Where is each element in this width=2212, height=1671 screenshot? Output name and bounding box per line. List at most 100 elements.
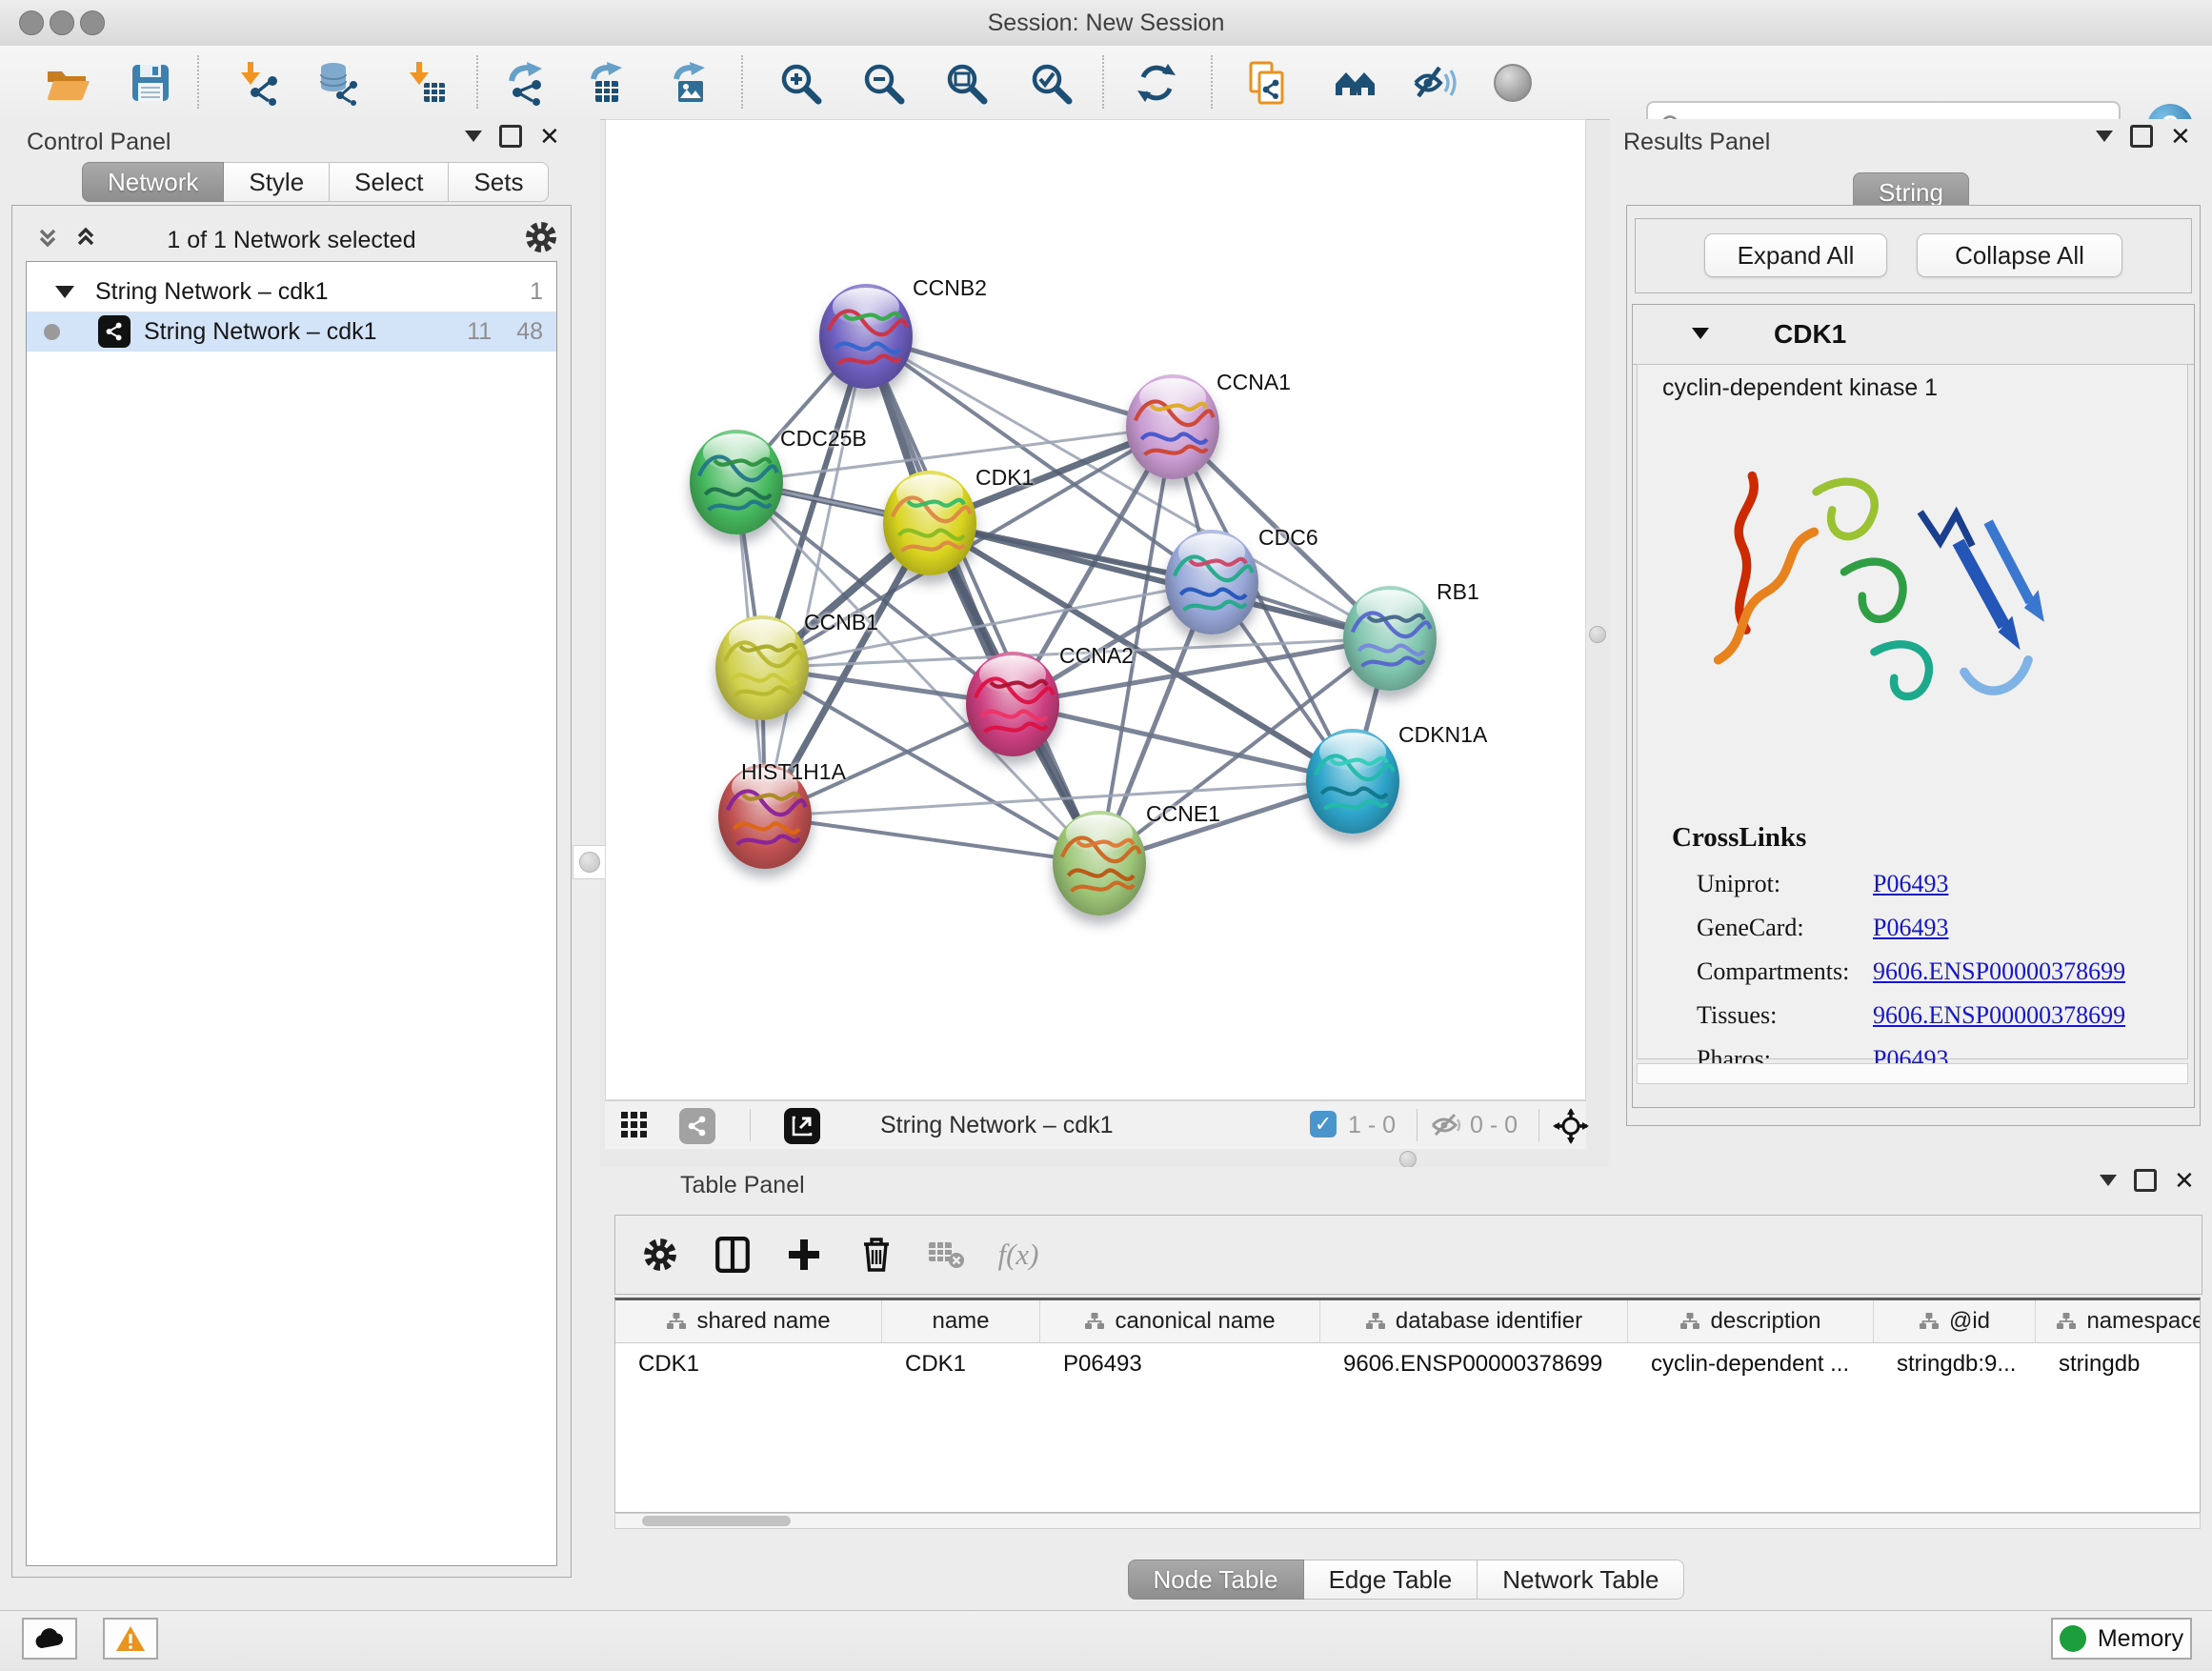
network-node-ccna1[interactable] [1126,374,1219,479]
hide-unhide-icon[interactable] [1410,59,1458,107]
table-horizontal-scrollbar[interactable] [614,1513,2201,1529]
collection-expand-icon[interactable] [55,286,74,298]
network-view[interactable]: CCNB2CCNA1CDC25BCDK1CDC6RB1CCNB1CCNA2CDK… [605,119,1586,1100]
tab-edge-table[interactable]: Edge Table [1304,1560,1478,1600]
maximize-panel-icon[interactable] [499,125,522,148]
column-header-name[interactable]: name [882,1300,1040,1342]
import-network-icon[interactable] [233,59,281,107]
show-columns-icon[interactable] [709,1231,756,1278]
results-panel-splitter[interactable] [1589,626,1606,643]
export-table-icon[interactable] [583,59,631,107]
float-panel-icon[interactable] [2100,1175,2117,1186]
network-options-gear-icon[interactable] [523,219,559,260]
table-cell-namespace[interactable]: stringdb [2036,1343,2201,1384]
cdk1-section-header[interactable]: CDK1 [1633,305,2194,365]
delete-column-icon[interactable] [853,1231,900,1278]
crosslink-link-tissues-[interactable]: 9606.ENSP00000378699 [1873,1001,2125,1030]
tab-style[interactable]: Style [224,162,330,202]
network-row-label: String Network – cdk1 [144,318,377,346]
network-node-cdk1[interactable] [883,471,976,575]
open-session-icon[interactable] [43,59,90,107]
column-header-namespace[interactable]: namespace [2036,1300,2201,1342]
open-network-file-icon[interactable] [1244,59,1292,107]
table-cell-name[interactable]: CDK1 [882,1343,1040,1384]
column-header-database-identifier[interactable]: database identifier [1320,1300,1628,1342]
fit-selected-crosshair-icon[interactable] [1553,1108,1589,1149]
table-row[interactable]: CDK1CDK1P064939606.ENSP00000378699cyclin… [615,1343,2200,1384]
network-row[interactable]: String Network – cdk1 11 48 [27,312,556,352]
close-panel-icon[interactable]: ✕ [2170,127,2191,146]
cloud-button[interactable] [22,1618,77,1660]
table-tabs: Node TableEdge TableNetwork Table [1128,1560,1685,1600]
export-network-icon[interactable] [501,59,549,107]
close-panel-icon[interactable]: ✕ [539,127,560,146]
column-header-shared-name[interactable]: shared name [615,1300,882,1342]
hidden-eye-icon[interactable] [1430,1111,1462,1144]
zoom-out-icon[interactable] [859,59,907,107]
birds-eye-view-icon[interactable] [619,1110,650,1145]
import-table-icon[interactable] [402,59,450,107]
network-node-ccna2[interactable] [966,652,1059,756]
warnings-button[interactable] [103,1618,158,1660]
float-panel-icon[interactable] [2096,131,2113,142]
maximize-panel-icon[interactable] [2130,125,2153,148]
tab-node-table[interactable]: Node Table [1128,1560,1304,1600]
export-image-icon[interactable] [666,59,714,107]
crosslink-link-compartments-[interactable]: 9606.ENSP00000378699 [1873,957,2125,986]
column-header--id[interactable]: @id [1874,1300,2036,1342]
tab-network[interactable]: Network [82,162,224,202]
tab-network-table[interactable]: Network Table [1478,1560,1684,1600]
control-panel-splitter[interactable] [573,845,607,879]
network-edge[interactable] [765,816,1099,863]
maximize-panel-icon[interactable] [2134,1169,2157,1192]
table-cell-description[interactable]: cyclin-dependent ... [1628,1343,1874,1384]
network-node-ccnb1[interactable] [715,615,809,720]
table-cell-shared-name[interactable]: CDK1 [615,1343,882,1384]
delete-table-icon[interactable] [922,1231,970,1278]
crosslink-link-uniprot-[interactable]: P06493 [1873,870,1948,898]
float-panel-icon[interactable] [465,131,482,142]
network-collection-row[interactable]: String Network – cdk1 1 [27,272,556,312]
table-cell-canonical-name[interactable]: P06493 [1040,1343,1320,1384]
column-header-description[interactable]: description [1628,1300,1874,1342]
cdk1-section: CDK1 cyclin-dependent kinase 1 [1632,304,2195,1108]
network-node-cdc25b[interactable] [690,430,783,534]
collapse-all-button[interactable]: Collapse All [1917,233,2122,277]
tab-select[interactable]: Select [330,162,449,202]
zoom-selected-icon[interactable] [1027,59,1075,107]
expand-all-button[interactable]: Expand All [1704,233,1887,277]
table-cell-database-identifier[interactable]: 9606.ENSP00000378699 [1320,1343,1628,1384]
function-builder-icon[interactable]: f(x) [995,1231,1042,1278]
network-edge[interactable] [930,523,1390,638]
section-scrollbar[interactable] [1637,1063,2188,1084]
network-node-cdc6[interactable] [1165,530,1258,634]
apply-layout-icon[interactable] [1133,59,1180,107]
table-settings-gear-icon[interactable] [636,1231,684,1278]
string-badge-icon[interactable] [679,1108,715,1144]
network-node-ccnb2[interactable] [819,284,913,389]
network-node-cdkn1a[interactable] [1306,729,1399,834]
scrollbar-thumb[interactable] [642,1516,791,1526]
home-icon[interactable] [1331,59,1378,107]
network-node-ccne1[interactable] [1053,811,1146,916]
column-header-canonical-name[interactable]: canonical name [1040,1300,1320,1342]
open-in-window-icon[interactable] [784,1108,820,1144]
network-edge[interactable] [1013,704,1353,781]
create-column-icon[interactable] [780,1231,828,1278]
table-panel-splitter[interactable] [1399,1151,1417,1168]
network-edge[interactable] [866,336,1099,863]
zoom-fit-icon[interactable] [942,59,990,107]
node-label-rb1: RB1 [1437,579,1479,605]
save-session-icon[interactable] [127,59,174,107]
zoom-in-icon[interactable] [776,59,824,107]
table-cell--id[interactable]: stringdb:9... [1874,1343,2036,1384]
memory-button[interactable]: Memory [2051,1618,2192,1660]
tab-sets[interactable]: Sets [449,162,549,202]
crosslink-link-genecard-[interactable]: P06493 [1873,914,1948,942]
status-sphere-icon[interactable] [1489,59,1537,107]
import-database-icon[interactable] [313,59,361,107]
close-panel-icon[interactable]: ✕ [2174,1171,2195,1190]
network-node-rb1[interactable] [1343,586,1437,691]
section-collapse-icon[interactable] [1692,328,1709,339]
selected-checkbox-icon[interactable]: ✓ [1310,1111,1337,1137]
